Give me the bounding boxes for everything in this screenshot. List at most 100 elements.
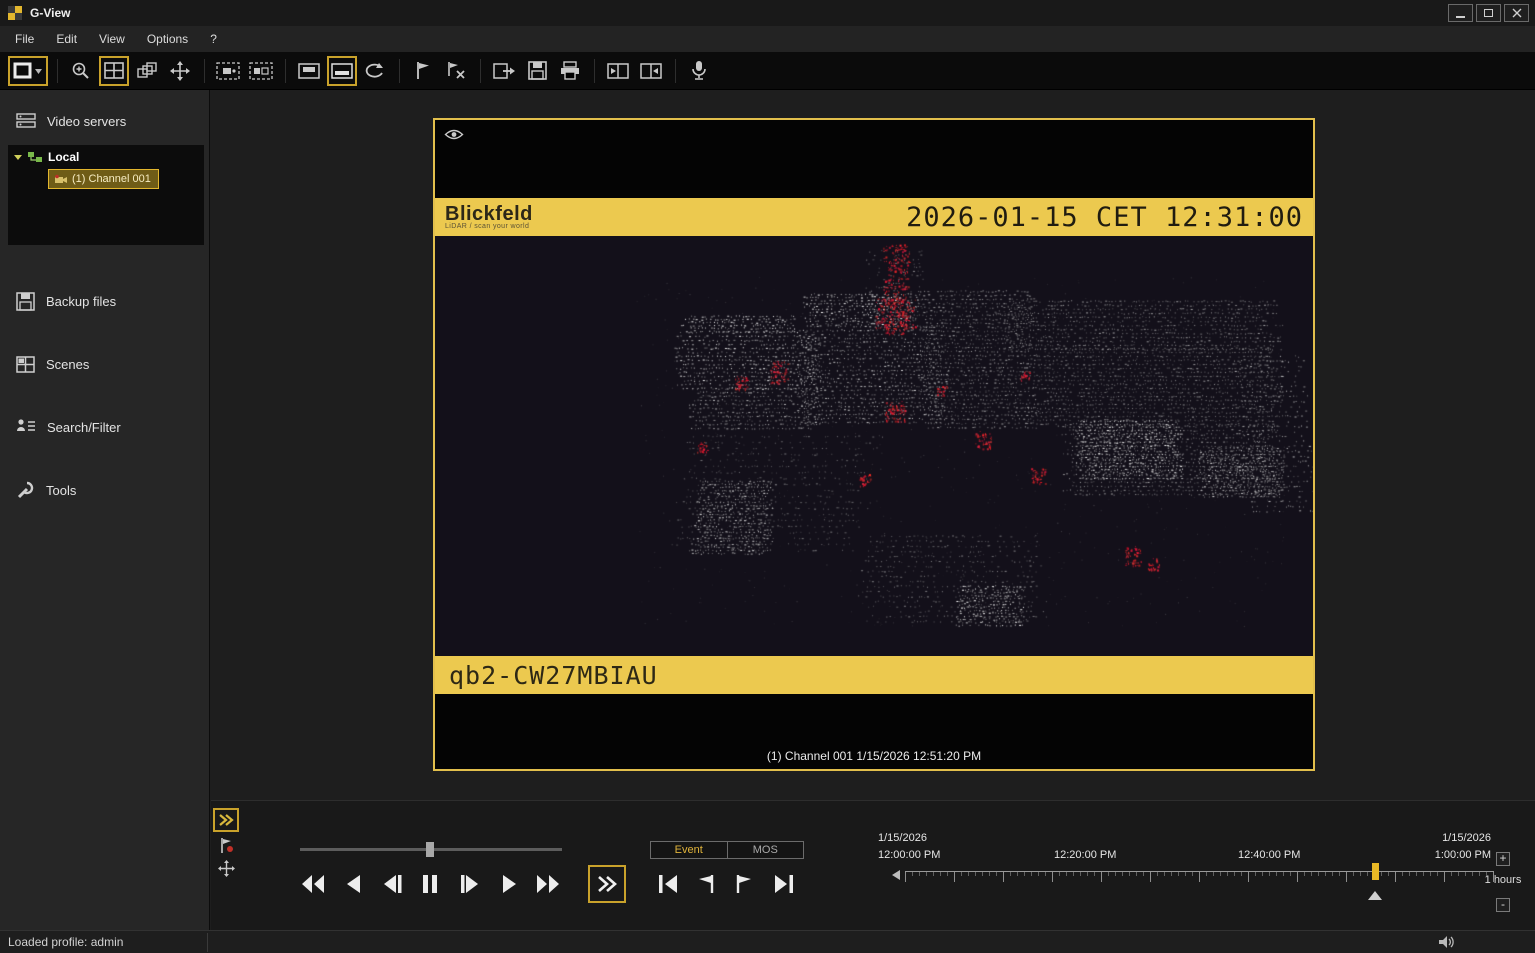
rewind-button[interactable]: [295, 867, 331, 901]
next-flag-button[interactable]: [728, 867, 760, 901]
rotate-view-button[interactable]: [360, 56, 390, 86]
flag-clear-button[interactable]: [441, 56, 471, 86]
search-filter-label: Search/Filter: [47, 420, 121, 435]
export-frame-icon: [493, 62, 515, 80]
skip-to-start-button[interactable]: [652, 867, 684, 901]
sidebar-item-scenes[interactable]: Scenes: [0, 351, 209, 377]
video-tile[interactable]: Blickfeld LiDAR / scan your world 2026-0…: [433, 118, 1315, 771]
flag-icon: [415, 61, 431, 80]
tree-node-local[interactable]: Local: [14, 150, 79, 164]
mini-flag-icon: [219, 837, 234, 854]
menu-file[interactable]: File: [4, 27, 45, 51]
timeline-range-label: 1 hours: [1479, 874, 1527, 886]
monitor-view-button[interactable]: [294, 56, 324, 86]
play-button[interactable]: [494, 867, 524, 901]
mini-pan-button[interactable]: [215, 857, 237, 879]
flag-button[interactable]: [408, 56, 438, 86]
tree-channel-label: (1) Channel 001: [72, 173, 151, 185]
tab-event[interactable]: Event: [651, 842, 727, 858]
timeline-start-time: 12:00:00 PM: [878, 849, 940, 861]
backup-files-label: Backup files: [46, 294, 116, 309]
pause-icon: [421, 873, 439, 895]
save-icon: [528, 61, 547, 80]
timeline-end-date: 1/15/2026: [1429, 832, 1491, 844]
video-servers-label: Video servers: [47, 114, 126, 129]
grid-2x2-icon: [104, 62, 124, 80]
video-servers-icon: [16, 113, 36, 130]
split-view-left-button[interactable]: [603, 56, 633, 86]
microphone-button[interactable]: [684, 56, 714, 86]
pan-arrows-button[interactable]: [165, 56, 195, 86]
speed-slider-thumb[interactable]: [426, 842, 434, 857]
step-backward-button[interactable]: [376, 867, 408, 901]
timeline-zoom-in-button[interactable]: +: [1496, 852, 1510, 866]
camera-sequence-b-button[interactable]: [246, 56, 276, 86]
minimize-button[interactable]: [1448, 4, 1473, 22]
speed-slider[interactable]: [300, 848, 562, 851]
fast-forward-button[interactable]: [530, 867, 566, 901]
mini-fast-playback-button[interactable]: [213, 808, 239, 832]
app-logo-icon: [8, 6, 22, 20]
sidebar-item-backup-files[interactable]: Backup files: [0, 288, 209, 314]
close-button[interactable]: [1504, 4, 1529, 22]
camera-sequence-a-button[interactable]: [213, 56, 243, 86]
step-forward-button[interactable]: [453, 867, 485, 901]
tab-mos[interactable]: MOS: [727, 842, 804, 858]
status-separator: [207, 933, 208, 952]
video-bottom-letterbox: (1) Channel 001 1/15/2026 12:51:20 PM: [435, 694, 1313, 769]
timeline-ruler[interactable]: [905, 869, 1494, 883]
lidar-device-bar: qb2-CW27MBIAU: [435, 656, 1313, 694]
mini-pan-icon: [218, 860, 235, 877]
previous-flag-icon: [695, 873, 717, 895]
flag-clear-icon: [446, 61, 466, 80]
camera-sequence-a-icon: [216, 62, 240, 80]
split-view-right-button[interactable]: [636, 56, 666, 86]
lidar-view[interactable]: [435, 236, 1313, 656]
collapse-caret-icon[interactable]: [14, 155, 22, 160]
speaker-icon[interactable]: [1438, 934, 1456, 950]
play-icon: [500, 873, 518, 895]
mini-flag-button[interactable]: [215, 834, 237, 856]
maximize-button[interactable]: [1476, 4, 1501, 22]
zoom-button[interactable]: [66, 56, 96, 86]
tree-node-channel-001[interactable]: (1) Channel 001: [48, 169, 159, 189]
timeline-position-pointer[interactable]: [1368, 891, 1382, 900]
fast-playback-button[interactable]: [588, 865, 626, 903]
export-frame-button[interactable]: [489, 56, 519, 86]
sidebar-item-tools[interactable]: Tools: [0, 477, 209, 503]
menu-view[interactable]: View: [88, 27, 136, 51]
marker-mode-tabs: Event MOS: [650, 841, 804, 859]
split-view-left-icon: [607, 62, 629, 80]
tools-label: Tools: [46, 483, 76, 498]
sidebar-item-search-filter[interactable]: Search/Filter: [0, 414, 209, 440]
monitor-infobar-button[interactable]: [327, 56, 357, 86]
close-icon: [1512, 8, 1522, 18]
skip-to-end-button[interactable]: [768, 867, 800, 901]
menu-options[interactable]: Options: [136, 27, 199, 51]
window-title: G-View: [30, 6, 70, 20]
timeline-zoom-out-button[interactable]: -: [1496, 898, 1510, 912]
device-id: qb2-CW27MBIAU: [449, 661, 658, 690]
backup-files-icon: [16, 292, 35, 311]
pause-button[interactable]: [414, 867, 446, 901]
timeline-scroll-left-icon[interactable]: [892, 870, 900, 880]
lidar-point-cloud: [435, 236, 1313, 656]
visibility-eye-icon[interactable]: [444, 128, 464, 141]
fast-playback-icon: [218, 813, 234, 827]
microphone-icon: [691, 60, 707, 81]
menu-help[interactable]: ?: [199, 27, 228, 51]
cascade-windows-button[interactable]: [132, 56, 162, 86]
play-backward-button[interactable]: [338, 867, 368, 901]
print-button[interactable]: [555, 56, 585, 86]
timeline-position-marker[interactable]: [1372, 863, 1379, 880]
search-filter-icon: [16, 418, 36, 436]
sidebar: Video servers Local (1) Channel 001: [0, 90, 210, 930]
save-button[interactable]: [522, 56, 552, 86]
previous-flag-button[interactable]: [690, 867, 722, 901]
menu-edit[interactable]: Edit: [45, 27, 88, 51]
screen-layout-button[interactable]: [8, 56, 48, 86]
sidebar-item-video-servers[interactable]: Video servers: [0, 108, 209, 134]
next-flag-icon: [733, 873, 755, 895]
rewind-icon: [300, 873, 326, 895]
grid-2x2-button[interactable]: [99, 56, 129, 86]
